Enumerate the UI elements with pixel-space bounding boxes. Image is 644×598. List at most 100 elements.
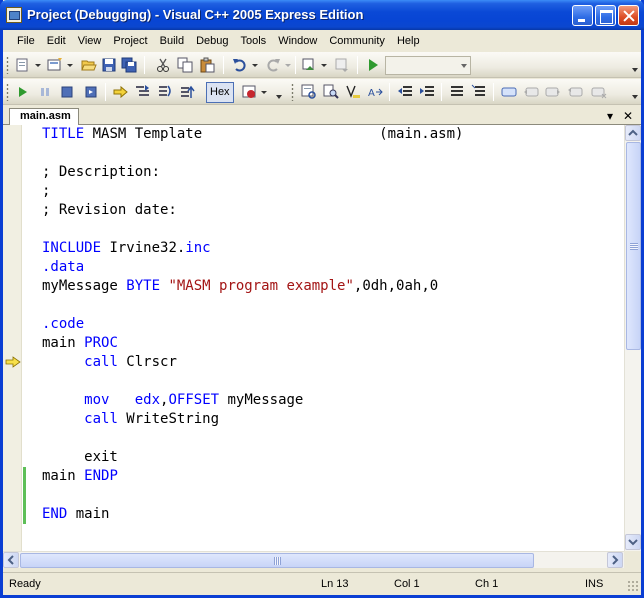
decrease-indent-icon[interactable] <box>397 84 413 100</box>
code-line[interactable] <box>42 372 463 391</box>
find-replace-icon[interactable] <box>345 84 361 100</box>
code-line[interactable]: .code <box>42 315 463 334</box>
code-line[interactable]: mov edx,OFFSET myMessage <box>42 391 463 410</box>
menu-tools[interactable]: Tools <box>235 32 273 50</box>
replace-text-icon[interactable]: A <box>367 84 383 100</box>
scroll-down-button[interactable] <box>625 534 641 550</box>
redo-icon[interactable] <box>265 57 281 73</box>
code-line[interactable]: ; <box>42 182 463 201</box>
toolbar-overflow-icon[interactable] <box>631 55 639 75</box>
increase-indent-icon[interactable] <box>419 84 435 100</box>
copy-icon[interactable] <box>177 57 193 73</box>
code-line[interactable] <box>42 220 463 239</box>
resize-grip[interactable] <box>627 580 639 592</box>
horizontal-scrollbar[interactable] <box>3 551 624 568</box>
add-item-icon[interactable] <box>47 57 63 73</box>
menu-file[interactable]: File <box>11 32 41 50</box>
code-line[interactable]: TITLE MASM Template (main.asm) <box>42 125 463 144</box>
previous-bookmark-folder-icon[interactable] <box>567 84 583 100</box>
close-icon[interactable]: ✕ <box>621 109 635 123</box>
step-over-icon[interactable] <box>157 84 173 100</box>
code-line[interactable]: myMessage BYTE "MASM program example",0d… <box>42 277 463 296</box>
restart-icon[interactable] <box>83 84 99 100</box>
menu-help[interactable]: Help <box>391 32 426 50</box>
undo-icon[interactable] <box>232 57 248 73</box>
open-file-icon[interactable] <box>81 57 97 73</box>
find-in-files-icon[interactable] <box>323 84 339 100</box>
scroll-up-button[interactable] <box>625 125 641 141</box>
code-line[interactable]: call WriteString <box>42 410 463 429</box>
app-icon[interactable] <box>6 7 22 23</box>
new-project-icon[interactable] <box>15 57 31 73</box>
break-all-icon[interactable] <box>37 84 53 100</box>
cut-icon[interactable] <box>155 57 171 73</box>
indicator-margin[interactable] <box>3 125 22 551</box>
horizontal-scroll-thumb[interactable] <box>20 553 534 568</box>
redo-dropdown-icon[interactable] <box>285 57 291 73</box>
vertical-scroll-thumb[interactable] <box>626 142 641 350</box>
code-line[interactable]: ; Revision date: <box>42 201 463 220</box>
code-line[interactable]: call Clrscr <box>42 353 463 372</box>
hexadecimal-display-toggle[interactable]: Hex <box>206 82 234 103</box>
chevron-down-icon[interactable]: ▾ <box>603 109 617 123</box>
next-bookmark-icon[interactable] <box>545 84 561 100</box>
code-line[interactable]: INCLUDE Irvine32.inc <box>42 239 463 258</box>
navigate-forward-icon[interactable] <box>334 57 350 73</box>
code-line[interactable] <box>42 144 463 163</box>
toolbar-grip[interactable] <box>6 56 9 74</box>
scroll-right-button[interactable] <box>607 552 623 568</box>
step-out-icon[interactable] <box>179 84 195 100</box>
close-window-button[interactable] <box>618 5 639 26</box>
code-line[interactable]: .data <box>42 258 463 277</box>
title-bar[interactable]: Project (Debugging) - Visual C++ 2005 Ex… <box>0 0 644 30</box>
stop-debugging-icon[interactable] <box>59 84 75 100</box>
vertical-scrollbar[interactable] <box>624 125 641 551</box>
code-line[interactable] <box>42 429 463 448</box>
previous-bookmark-icon[interactable] <box>523 84 539 100</box>
navigate-backward-icon[interactable] <box>301 57 317 73</box>
minimize-button[interactable] <box>572 5 593 26</box>
code-line[interactable]: ; Description: <box>42 163 463 182</box>
breakpoints-dropdown-icon[interactable] <box>261 84 267 100</box>
toolbar-grip[interactable] <box>291 83 294 101</box>
code-line[interactable]: main ENDP <box>42 467 463 486</box>
code-editor[interactable]: TITLE MASM Template (main.asm) ; Descrip… <box>3 125 624 551</box>
toggle-bookmark-icon[interactable] <box>501 84 517 100</box>
save-all-icon[interactable] <box>121 57 137 73</box>
toolbar-overflow-icon[interactable] <box>275 82 283 102</box>
code-line[interactable] <box>42 296 463 315</box>
breakpoints-window-icon[interactable] <box>241 84 257 100</box>
new-project-dropdown-icon[interactable] <box>35 57 41 73</box>
code-line[interactable]: END main <box>42 505 463 524</box>
continue-debug-icon[interactable] <box>365 57 381 73</box>
tab-main-asm[interactable]: main.asm <box>9 108 79 125</box>
code-line[interactable]: main PROC <box>42 334 463 353</box>
code-line[interactable] <box>42 486 463 505</box>
solution-configuration-combo[interactable] <box>385 56 471 75</box>
toolbar-overflow-icon[interactable] <box>631 82 639 102</box>
comment-lines-icon[interactable] <box>449 84 465 100</box>
show-next-statement-icon[interactable] <box>113 84 129 100</box>
uncomment-lines-icon[interactable] <box>471 84 487 100</box>
menu-build[interactable]: Build <box>154 32 190 50</box>
clear-bookmarks-icon[interactable] <box>591 84 607 100</box>
maximize-button[interactable] <box>595 5 616 26</box>
menu-window[interactable]: Window <box>272 32 323 50</box>
save-icon[interactable] <box>101 57 117 73</box>
menu-project[interactable]: Project <box>107 32 153 50</box>
menu-view[interactable]: View <box>72 32 108 50</box>
navigate-dropdown-icon[interactable] <box>321 57 327 73</box>
continue-icon[interactable] <box>15 84 31 100</box>
code-line[interactable]: exit <box>42 448 463 467</box>
paste-icon[interactable] <box>199 57 215 73</box>
add-item-dropdown-icon[interactable] <box>67 57 73 73</box>
step-into-icon[interactable] <box>135 84 151 100</box>
scroll-left-button[interactable] <box>3 552 19 568</box>
undo-dropdown-icon[interactable] <box>252 57 258 73</box>
menu-community[interactable]: Community <box>323 32 391 50</box>
menu-edit[interactable]: Edit <box>41 32 72 50</box>
toolbar-grip[interactable] <box>6 83 9 101</box>
toolbar-separator <box>144 56 145 74</box>
menu-debug[interactable]: Debug <box>190 32 234 50</box>
quick-watch-icon[interactable] <box>301 84 317 100</box>
